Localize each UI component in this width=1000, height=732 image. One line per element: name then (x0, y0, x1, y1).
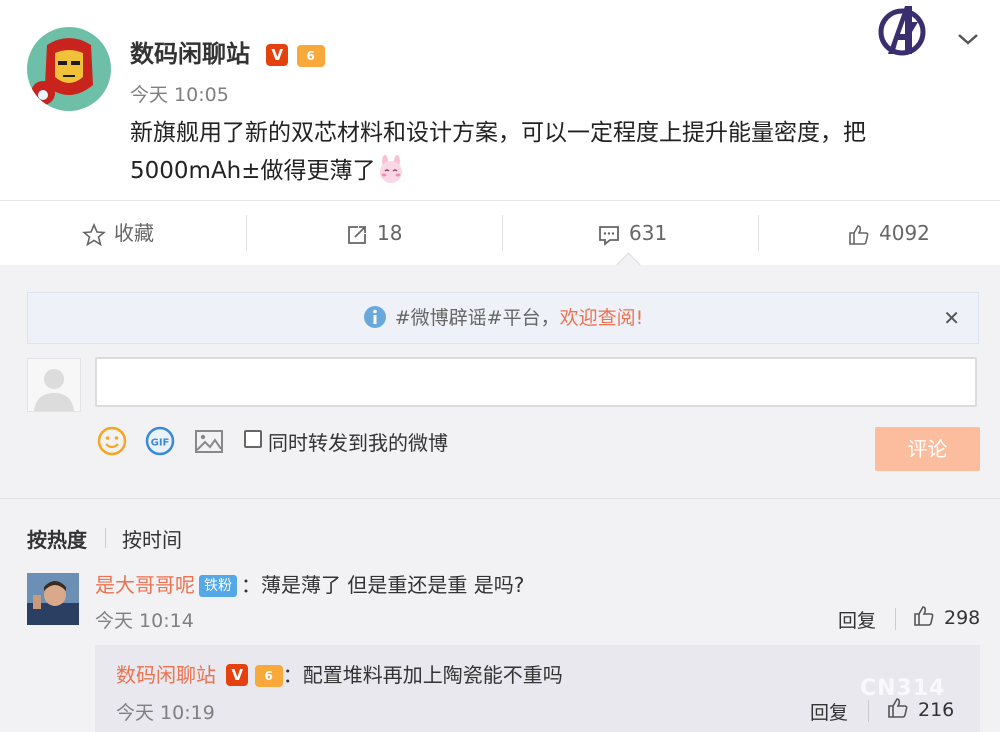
action-divider (246, 215, 247, 251)
author-name-text[interactable]: 数码闲聊站 (130, 40, 250, 68)
comment-like-count: 298 (944, 607, 981, 629)
repost-icon (348, 225, 366, 244)
close-icon[interactable]: ✕ (943, 293, 960, 343)
repost-checkbox[interactable] (244, 430, 262, 448)
repost-count: 18 (377, 221, 403, 245)
author-avatar[interactable] (27, 27, 111, 111)
sort-by-time-tab[interactable]: 按时间 (122, 524, 182, 553)
sort-by-hot-tab[interactable]: 按热度 (27, 524, 87, 553)
action-divider (758, 215, 759, 251)
reply-like-count: 216 (918, 699, 955, 721)
reply-line: 数码闲聊站 V 6 ：配置堆料再加上陶瓷能不重吗 (116, 659, 563, 688)
reply-action-divider (868, 700, 869, 722)
level-badge: 6 (254, 665, 283, 687)
comment-input[interactable] (95, 357, 977, 407)
level-badge: 6 (296, 45, 325, 67)
like-button[interactable]: 4092 (847, 201, 930, 265)
avengers-logo-icon (872, 2, 932, 66)
action-divider (502, 215, 503, 251)
sort-divider (105, 528, 106, 548)
reply-button[interactable]: 回复 (838, 606, 876, 633)
reply-author-name[interactable]: 数码闲聊站 (116, 663, 216, 687)
repost-button[interactable]: 18 (345, 201, 402, 265)
reply-text: ：配置堆料再加上陶瓷能不重吗 (282, 663, 563, 687)
like-count: 4092 (879, 221, 930, 245)
info-icon (363, 298, 387, 348)
commenter-avatar[interactable] (27, 573, 79, 625)
post-text: 新旗舰用了新的双芯材料和设计方案，可以一定程度上提升能量密度，把 5000mAh… (130, 114, 930, 196)
emoji-icon[interactable] (96, 425, 128, 457)
repost-checkbox-label[interactable]: 同时转发到我的微博 (268, 427, 448, 456)
my-avatar[interactable] (27, 358, 81, 412)
comment-count: 631 (629, 221, 668, 245)
thumbs-up-icon (849, 224, 869, 245)
submit-comment-button[interactable]: 评论 (875, 427, 980, 471)
favorite-button[interactable]: 收藏 (81, 201, 154, 265)
comment-time: 今天 10:14 (95, 610, 194, 632)
author-name[interactable]: 数码闲聊站 V 6 (130, 34, 325, 69)
thumbs-up-icon (914, 606, 934, 626)
bunny-emoji-icon (376, 154, 406, 196)
watermark: CN314 (860, 676, 946, 701)
comment-text: ：薄是薄了 但是重还是重 是吗? (241, 573, 525, 597)
gif-icon-label: GIF (151, 438, 170, 449)
notice-link[interactable]: 欢迎查阅! (560, 307, 644, 329)
chevron-down-icon[interactable] (956, 30, 980, 52)
image-icon[interactable] (193, 425, 225, 457)
reply-button[interactable]: 回复 (810, 698, 848, 725)
comment-like-button[interactable]: 298 (912, 604, 980, 629)
verified-badge: V (226, 664, 249, 686)
post-text-line-2: 5000mAh±做得更薄了 (130, 152, 930, 196)
favorite-label: 收藏 (114, 221, 154, 245)
divider (0, 498, 1000, 499)
action-bar: 收藏 18 631 4092 (0, 200, 1000, 266)
comment-line: 是大哥哥呢 铁粉 ：薄是薄了 但是重还是重 是吗? (95, 569, 524, 598)
star-icon (81, 222, 107, 246)
gif-icon[interactable]: GIF (144, 425, 176, 457)
post-time[interactable]: 今天 10:05 (130, 80, 229, 107)
commenter-name[interactable]: 是大哥哥呢 (95, 573, 195, 597)
verified-badge: V (266, 44, 289, 66)
post-text-line-1: 新旗舰用了新的双芯材料和设计方案，可以一定程度上提升能量密度，把 (130, 120, 866, 146)
rumor-notice-banner: #微博辟谣#平台，欢迎查阅! ✕ (27, 292, 979, 344)
notice-text: #微博辟谣#平台，欢迎查阅! (28, 293, 978, 348)
comment-icon (599, 225, 619, 246)
post-text-line-2-text: 5000mAh±做得更薄了 (130, 158, 376, 184)
fan-badge: 铁粉 (199, 575, 237, 597)
comment-action-divider (895, 608, 896, 630)
reply-time: 今天 10:19 (116, 702, 215, 724)
notice-tag[interactable]: #微博辟谣#平台， (395, 307, 560, 329)
